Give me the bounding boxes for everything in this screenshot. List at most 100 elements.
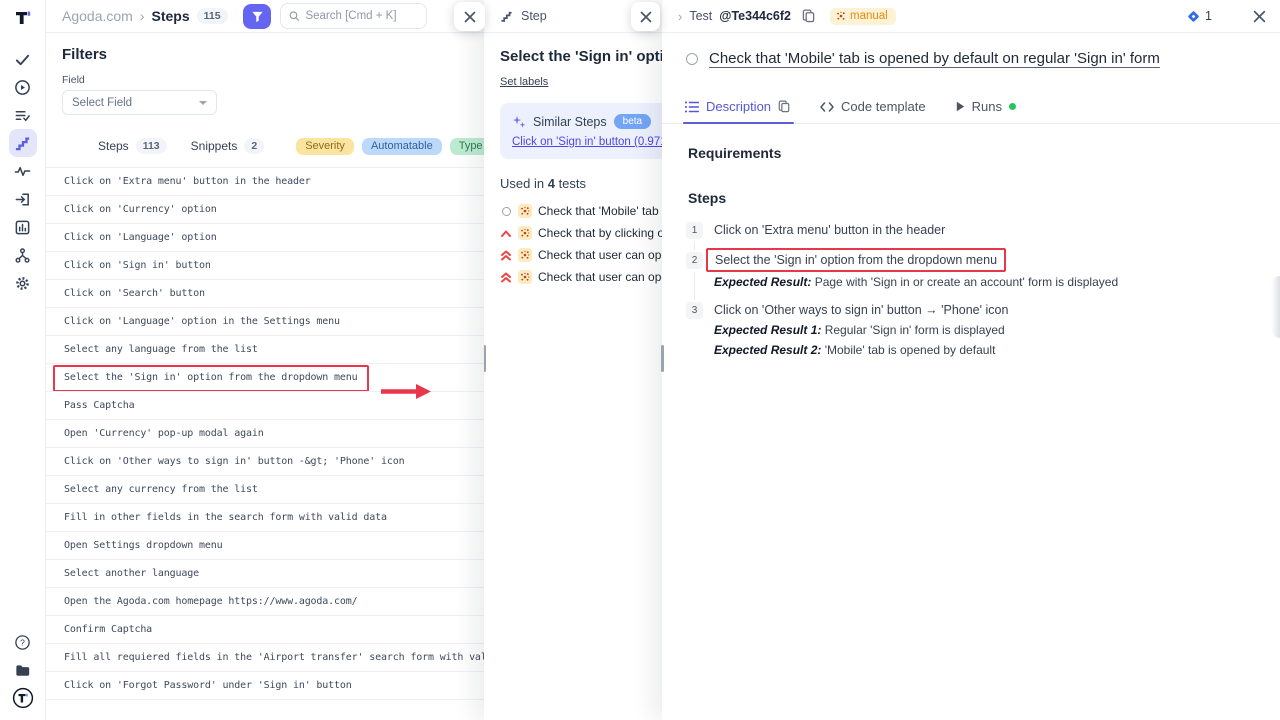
step-row-text: Select another language [64,568,199,579]
test-link[interactable]: Check that user can open the 'Sign in' f… [500,244,662,266]
close-icon [464,11,476,23]
tag-automatable[interactable]: Automatable [362,138,442,155]
step-row-text: Open the Agoda.com homepage https://www.… [64,596,358,607]
search-input[interactable] [305,10,418,22]
close-icon[interactable] [1253,10,1266,23]
chevron-right-icon: › [140,8,145,24]
step-row-text: Click on 'Sign in' button [64,260,211,271]
status-circle-icon [500,207,512,216]
svg-text:?: ? [20,637,25,647]
flaky-icon [836,11,846,21]
test-step[interactable]: 3 Click on 'Other ways to sign in' butto… [686,302,1280,357]
sidebar-item-pulse[interactable] [9,157,37,185]
step-row[interactable]: Click on 'Sign in' button [46,252,484,280]
step-row[interactable]: Open 'Currency' pop-up modal again [46,420,484,448]
jira-diamond-icon[interactable] [1187,10,1200,23]
priority-highest-icon [500,272,512,283]
flaky-icon [518,248,532,262]
step-row-text: Click on 'Language' option [64,232,217,243]
field-select-value: Select Field [72,97,132,109]
step-row-text: Click on 'Currency' option [64,204,217,215]
scroll-hint[interactable] [1271,276,1280,338]
test-link[interactable]: Check that 'Mobile' tab is opened by def… [500,200,662,222]
step-row[interactable]: Select any language from the list [46,336,484,364]
sparkles-icon [512,115,526,129]
breadcrumb: Agoda.com › Steps 115 [62,8,228,24]
breadcrumb-project[interactable]: Agoda.com [62,8,133,24]
test-title[interactable]: Check that 'Mobile' tab is opened by def… [709,50,1160,67]
step-text: Click on 'Extra menu' button in the head… [714,223,945,237]
tab-code-template[interactable]: Code template [820,99,926,123]
step-row[interactable]: Fill all requiered fields in the 'Airpor… [46,644,484,672]
tag-type[interactable]: Type [450,138,484,155]
step-row[interactable]: Select any currency from the list [46,476,484,504]
step-row[interactable]: Select the 'Sign in' option from the dro… [46,364,484,392]
description-list-icon [685,101,699,113]
sidebar-item-steps[interactable] [9,129,37,157]
sidebar-item-tests[interactable] [9,45,37,73]
projects-button[interactable] [9,656,37,684]
test-step[interactable]: 1 Click on 'Extra menu' button in the he… [686,222,1280,239]
tab-runs[interactable]: Runs [956,99,1016,123]
step-row[interactable]: Pass Captcha [46,392,484,420]
play-icon [956,101,965,112]
steps-stairs-icon [500,10,513,23]
sidebar-item-branches[interactable] [9,241,37,269]
test-link[interactable]: Check that user can open the 'Sign in' f… [500,266,662,288]
sidebar-item-settings[interactable] [9,269,37,297]
field-label: Field [62,74,468,86]
help-button[interactable]: ? [9,628,37,656]
panel-resize-handle[interactable] [484,345,486,372]
step-row[interactable]: Click on 'Language' option [46,224,484,252]
similar-step-link[interactable]: Click on 'Sign in' button (0.9715 [512,136,662,148]
panel-resize-handle[interactable] [661,345,664,372]
manual-badge: manual [830,8,896,25]
step-row[interactable]: Click on 'Extra menu' button in the head… [46,168,484,196]
step-row[interactable]: Open Settings dropdown menu [46,532,484,560]
similar-steps-title: Similar Steps [533,115,607,129]
step-row-text: Click on 'Search' button [64,288,205,299]
copy-icon[interactable] [802,9,815,23]
step-row[interactable]: Click on 'Other ways to sign in' button … [46,448,484,476]
toolbar-snippets-toggle[interactable]: Snippets 2 [191,138,265,154]
flaky-icon [518,270,532,284]
steps-panel: Agoda.com › Steps 115 Filters Field Sele… [46,0,484,720]
sidebar-item-import[interactable] [9,185,37,213]
sidebar-item-plans[interactable] [9,101,37,129]
close-step-panel-button[interactable] [631,2,660,31]
step-number: 1 [686,222,703,239]
step-row-text: Confirm Captcha [64,624,152,635]
test-link[interactable]: Check that by clicking on the 'Sign in' … [500,222,662,244]
field-select[interactable]: Select Field [62,90,217,115]
test-name: Check that 'Mobile' tab is opened by def… [538,204,662,218]
step-row[interactable]: Click on 'Forgot Password' under 'Sign i… [46,672,484,700]
copy-icon[interactable] [778,100,790,113]
tab-description[interactable]: Description [685,99,790,123]
filter-button[interactable] [243,4,271,29]
test-name: Check that by clicking on the 'Sign in' … [538,226,662,240]
used-in-tests-list: Check that 'Mobile' tab is opened by def… [500,200,662,288]
sidebar-item-runs[interactable] [9,73,37,101]
step-row[interactable]: Open the Agoda.com homepage https://www.… [46,588,484,616]
test-step[interactable]: 2 Select the 'Sign in' option from the d… [686,252,1280,289]
close-steps-panel-button[interactable] [454,2,485,31]
toolbar-steps-toggle[interactable]: Steps 113 [98,138,167,154]
step-row[interactable]: Click on 'Search' button [46,280,484,308]
app-logo-icon[interactable] [13,5,33,31]
account-avatar[interactable] [9,684,37,712]
step-row-text: Select any currency from the list [64,484,258,495]
step-row[interactable]: Click on 'Currency' option [46,196,484,224]
test-status-circle-icon [686,53,698,65]
search-box[interactable] [280,3,427,29]
step-row[interactable]: Fill in other fields in the search form … [46,504,484,532]
step-row-text: Click on 'Forgot Password' under 'Sign i… [64,680,352,691]
step-row[interactable]: Select another language [46,560,484,588]
manual-badge-label: manual [850,10,888,22]
test-name: Check that user can open the 'Sign in' f… [538,248,662,262]
step-row-text: Pass Captcha [64,400,134,411]
step-row[interactable]: Click on 'Language' option in the Settin… [46,308,484,336]
tag-severity[interactable]: Severity [296,138,354,155]
set-labels-link[interactable]: Set labels [500,76,548,88]
sidebar-item-reports[interactable] [9,213,37,241]
step-row[interactable]: Confirm Captcha [46,616,484,644]
